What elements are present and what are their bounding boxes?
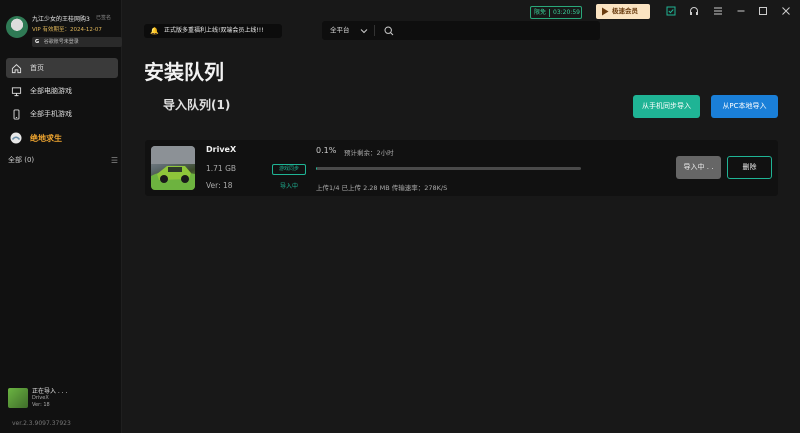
free-timer: 03:20:59 — [553, 9, 580, 16]
phone-icon — [10, 108, 22, 120]
maximize-icon[interactable] — [758, 6, 768, 16]
user-tag: 已签名 — [96, 15, 112, 21]
import-from-phone-button[interactable]: 从手机同步导入 — [633, 95, 700, 118]
google-login-button[interactable]: G 谷歌账号未登录 — [32, 37, 122, 47]
home-icon — [10, 62, 22, 74]
search-bar[interactable]: 全平台 — [322, 21, 600, 40]
search-divider — [374, 25, 375, 36]
menu-icon[interactable] — [713, 6, 723, 16]
current-task-mini[interactable]: 正在导入 . . . DriveX Ver: 18 — [8, 386, 118, 410]
delete-button[interactable]: 删除 — [727, 156, 772, 179]
google-login-label: 谷歌账号未登录 — [43, 39, 79, 45]
check-icon[interactable] — [666, 6, 676, 16]
google-icon: G — [35, 39, 40, 45]
headset-icon[interactable] — [689, 6, 699, 16]
task-status: 正在导入 . . . — [32, 388, 68, 395]
sidebar-item-label: 全部手机游戏 — [30, 110, 72, 118]
list-icon[interactable]: ☰ — [111, 156, 118, 165]
game-thumbnail — [151, 146, 195, 190]
task-game-version: Ver: 18 — [32, 402, 50, 408]
vip-button[interactable]: 极速会员 — [596, 4, 650, 19]
sidebar-item-home[interactable]: 首页 — [6, 58, 118, 78]
user-name: 九江少女的王桂网购3 — [32, 16, 90, 23]
notice-text: 正式版多重福利上线!双端会员上线!!! — [164, 27, 264, 34]
user-profile[interactable]: 九江少女的王桂网购3 已签名 VIP 有效期至：2024-12-07 G 谷歌账… — [6, 14, 122, 50]
main-area: 🔔 正式版多重福利上线!双端会员上线!!! 全平台 限免 03:20:59 极速会… — [122, 0, 800, 433]
free-speed-timer[interactable]: 限免 03:20:59 — [530, 6, 582, 19]
sidebar-item-label: 首页 — [30, 64, 44, 72]
task-row: DriveX 1.71 GB Ver: 18 游戏同步 导入中 0.1% 预计剩… — [145, 140, 778, 196]
play-icon — [601, 7, 609, 16]
close-icon[interactable] — [781, 6, 791, 16]
import-status: 导入中 — [279, 183, 298, 190]
platform-select[interactable]: 全平台 — [330, 21, 350, 40]
game-version: Ver: 18 — [206, 181, 233, 190]
minimize-icon[interactable] — [736, 6, 746, 16]
sidebar: 九江少女的王桂网购3 已签名 VIP 有效期至：2024-12-07 G 谷歌账… — [0, 0, 122, 433]
search-icon[interactable] — [384, 26, 394, 36]
notice-banner[interactable]: 🔔 正式版多重福利上线!双端会员上线!!! — [144, 24, 282, 38]
sidebar-item-mobile-games[interactable]: 全部手机游戏 — [6, 104, 118, 124]
game-thumbnail — [8, 388, 28, 408]
bell-icon: 🔔 — [150, 27, 159, 35]
task-game-name: DriveX — [32, 395, 49, 401]
sync-badge: 游戏同步 — [272, 164, 306, 175]
progress-percent: 0.1% — [316, 146, 337, 155]
chevron-down-icon[interactable] — [360, 27, 368, 35]
upload-info: 上传1/4 已上传 2.28 MB 传输速率：278K/S — [316, 184, 448, 192]
sidebar-item-label: 绝地求生 — [30, 133, 62, 143]
game-icon — [10, 132, 22, 144]
sidebar-item-pubg[interactable]: 绝地求生 — [6, 128, 118, 148]
all-games-label: 全部 (0) — [8, 156, 35, 164]
vip-expiry: VIP 有效期至：2024-12-07 — [32, 27, 102, 33]
free-label: 限免 — [534, 9, 547, 16]
page-title: 安装队列 — [144, 60, 224, 84]
game-name: DriveX — [206, 145, 237, 154]
avatar[interactable] — [6, 16, 28, 38]
monitor-icon — [10, 85, 22, 97]
sidebar-item-label: 全部电脑游戏 — [30, 87, 72, 95]
importing-button[interactable]: 导入中 . . — [676, 156, 721, 179]
progress-bar — [316, 167, 581, 170]
vip-button-label: 极速会员 — [612, 7, 638, 15]
time-remaining: 预计剩余：2小时 — [344, 149, 394, 157]
import-from-pc-button[interactable]: 从PC本地导入 — [711, 95, 778, 118]
all-games-filter[interactable]: 全部 (0) ☰ — [8, 155, 118, 167]
sidebar-item-pc-games[interactable]: 全部电脑游戏 — [6, 81, 118, 101]
app-version: ver.2.3.9097.37923 — [12, 420, 71, 427]
queue-title: 导入队列(1) — [163, 98, 231, 112]
game-size: 1.71 GB — [206, 164, 237, 173]
